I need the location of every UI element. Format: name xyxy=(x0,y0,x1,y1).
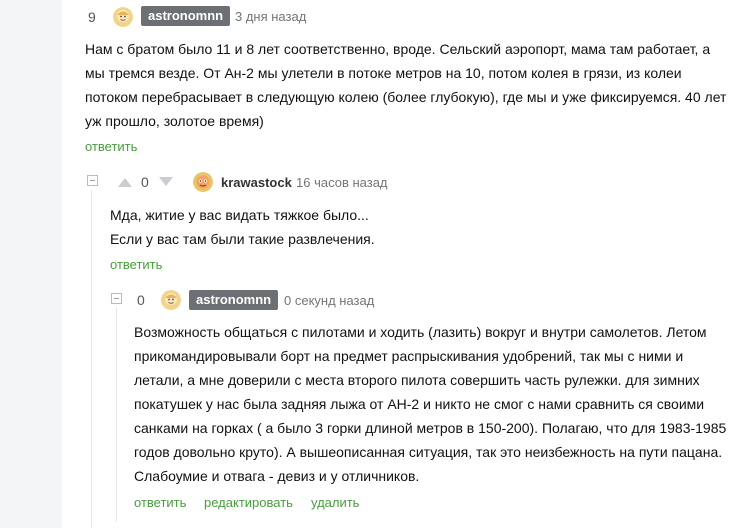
avatar[interactable] xyxy=(161,290,181,310)
collapse-button[interactable] xyxy=(111,293,122,304)
downvote-icon[interactable] xyxy=(157,176,175,188)
reply-link[interactable]: ответить xyxy=(85,139,137,154)
comment-line: потоком перебрасывает в следующую колею … xyxy=(85,89,727,105)
comment-time: 0 секунд назад xyxy=(284,293,375,308)
comment-time: 3 дня назад xyxy=(235,9,307,24)
comments-page: 9 astronomnn 3 дня назад Нам с братом бы… xyxy=(0,0,756,528)
upvote-icon[interactable] xyxy=(116,176,134,188)
comment-line: Слабоумие и отвага - девиз и у отличнико… xyxy=(134,468,420,484)
delete-link[interactable]: удалить xyxy=(311,495,359,510)
thread-line[interactable] xyxy=(116,308,117,522)
avatar[interactable] xyxy=(113,7,133,27)
comment-line: прикомандировывали борт на предмет распр… xyxy=(134,348,684,364)
comment-line: Возможность общаться с пилотами и ходить… xyxy=(134,324,707,340)
reply-link[interactable]: ответить xyxy=(134,495,186,510)
avatar-image xyxy=(193,172,213,192)
collapse-button[interactable] xyxy=(87,175,98,186)
comment-line: уж прошло, золотое время) xyxy=(85,113,264,129)
reply-link[interactable]: ответить xyxy=(110,257,162,272)
comment-line: Нам с братом было 11 и 8 лет соответстве… xyxy=(85,41,711,57)
username-badge[interactable]: astronomnn xyxy=(189,290,279,310)
avatar-image xyxy=(113,7,133,27)
comment-rating: 0 xyxy=(137,292,145,308)
comment-body: Нам с братом было 11 и 8 лет соответстве… xyxy=(85,37,745,133)
avatar-image xyxy=(161,290,181,310)
comment-line: санками на горках ( а было 3 горки длино… xyxy=(134,420,727,436)
comment-rating: 0 xyxy=(141,174,149,190)
comment-line: Мда, житие у вас видать тяжкое было... xyxy=(110,207,369,223)
comment-line: покатушек у нас была задняя лыжа от АН-2… xyxy=(134,396,705,412)
username-badge[interactable]: astronomnn xyxy=(141,6,231,26)
comment-line: летали, а мне доверили с места второго п… xyxy=(134,372,700,388)
edit-link[interactable]: редактировать xyxy=(204,495,293,510)
comment-body: Мда, житие у вас видать тяжкое было... Е… xyxy=(110,203,730,251)
comment-time: 16 часов назад xyxy=(296,175,388,190)
comment-line: мы тремся везде. От Ан-2 мы улетели в по… xyxy=(85,65,682,81)
comment-rating: 9 xyxy=(88,9,96,25)
comment-body: Возможность общаться с пилотами и ходить… xyxy=(134,320,749,488)
avatar[interactable] xyxy=(193,172,213,192)
left-gutter xyxy=(0,0,62,528)
thread-line[interactable] xyxy=(91,190,92,528)
comment-line: Если у вас там были такие развлечения. xyxy=(110,231,375,247)
comment-line: годов довольно круто). А вышеописанная с… xyxy=(134,444,723,460)
username-link[interactable]: krawastock xyxy=(221,175,292,190)
